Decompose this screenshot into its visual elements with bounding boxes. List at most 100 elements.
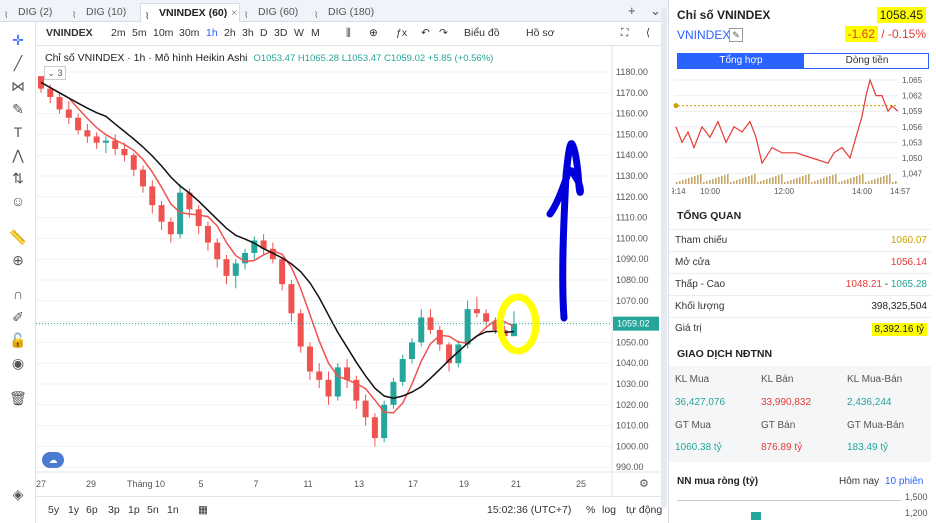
interval-d[interactable]: D [260,27,268,39]
candle-body [149,186,156,206]
clock-time: 15:02:36 (UTC+7) [487,504,572,516]
y-tick-label: 1020.00 [616,400,649,410]
candle-type-icon[interactable]: ⫼ [346,27,351,40]
tab-dig-60[interactable]: ⌇ DIG (60) [240,3,310,22]
ruler-icon[interactable]: 📏 [8,227,28,247]
nn-10-sessions-link[interactable]: 10 phiên [885,476,923,487]
row-label: Giá trị [675,323,702,334]
mini-volume-bar [814,181,816,184]
interval-30m[interactable]: 30m [179,27,199,39]
range-1n[interactable]: 1n [167,504,179,516]
mini-volume-bar [826,177,828,184]
y-tick-label: 1130.00 [616,171,648,181]
y-tick-label: 1090.00 [616,254,649,264]
text-icon[interactable]: T [8,122,28,142]
mini-volume-bar [793,179,795,184]
chart-type-dropdown[interactable]: Biểu đồ [464,27,500,39]
change-pct: -0.15% [887,27,926,41]
candle-body [214,242,221,260]
log-toggle[interactable]: log [602,504,616,516]
fullscreen-icon[interactable]: ⛶ [621,27,628,40]
eye-icon[interactable]: ◉ [8,353,28,373]
brush-icon[interactable]: ✎ [8,99,28,119]
interval-10m[interactable]: 10m [153,27,173,39]
range-3p[interactable]: 3p [108,504,120,516]
redo-icon[interactable]: ↷ [439,27,448,39]
emoji-icon[interactable]: ☺ [8,191,28,211]
range-1y[interactable]: 1y [68,504,79,516]
tab-dig-180[interactable]: ⌇ DIG (180) [310,3,390,22]
auto-toggle[interactable]: tự động [626,504,662,516]
mini-x-label: 14:57 [890,187,911,196]
share-icon[interactable]: ⟨ [646,27,650,39]
mini-volume-bar [865,182,867,184]
mini-volume-bar [895,181,897,184]
x-tick-label: 19 [459,479,469,489]
range-1p[interactable]: 1p [128,504,140,516]
lock-icon[interactable]: 🔓 [8,330,28,350]
undo-icon[interactable]: ↶ [421,27,430,39]
panel-symbol[interactable]: VNINDEX [677,28,730,42]
mini-volume-bar [742,178,744,184]
close-icon[interactable]: × [231,7,237,19]
pattern-icon[interactable]: ⋀ [8,145,28,165]
settings-icon: ⚙ [639,478,649,490]
mini-volume-bar [688,178,690,184]
tab-dig-10[interactable]: ⌇ DIG (10) [68,3,136,22]
candle-body [464,309,471,345]
interval-w[interactable]: W [294,27,304,39]
symbol-search[interactable]: VNINDEX [46,27,93,39]
trend-line-icon[interactable]: ╱ [8,53,28,73]
prediction-icon[interactable]: ⇅ [8,168,28,188]
interval-m[interactable]: M [311,27,320,39]
index-price: 1058.45 [876,7,926,23]
kl-ban-value: 33,990,832 [761,397,812,408]
candle-body [279,259,286,285]
interval-2m[interactable]: 2m [111,27,126,39]
edit-icon[interactable]: ✎ [729,28,743,42]
kl-net-label: KL Mua-Bán [847,374,903,385]
interval-2h[interactable]: 2h [224,27,236,39]
lock-drawing-icon[interactable]: ✐ [8,307,28,327]
mini-volume-bar [847,179,849,184]
crosshair-icon[interactable]: ✛ [8,30,28,50]
profile-dropdown[interactable]: Hồ sơ [526,27,554,39]
tab-dong-tien[interactable]: Dòng tiền [804,54,930,68]
interval-3d[interactable]: 3D [274,27,287,39]
indicator-toggle[interactable]: ⌄ 3 [44,66,66,80]
price-chart[interactable]: 990.00 1000.00 1010.00 1020.00 1030.00 1040.0… [36,46,660,496]
range-5y[interactable]: 5y [48,504,59,516]
mini-x-label: 9:14 [672,187,686,196]
mini-volume-bar [748,176,750,184]
interval-5m[interactable]: 5m [132,27,147,39]
zoom-icon[interactable]: ⊕ [8,250,28,270]
mini-volume-bar [754,174,756,184]
mini-volume-bar [724,175,726,184]
add-tab-icon[interactable]: + [628,3,636,18]
tab-vnindex-60[interactable]: ⌇ VNINDEX (60) × [140,3,240,22]
tab-tong-hop[interactable]: Tổng hợp [678,54,804,68]
mini-volume-bar [790,180,792,184]
interval-3h[interactable]: 3h [242,27,254,39]
candle-body [473,309,480,314]
range-6p[interactable]: 6p [86,504,98,516]
range-5n[interactable]: 5n [147,504,159,516]
cloud-icon[interactable]: ☁ [42,452,64,468]
percent-toggle[interactable]: % [586,504,595,516]
add-indicator-icon[interactable]: ⊕ [369,27,378,39]
row-tham-chieu: Tham chiếu 1060.07 [669,229,931,251]
layers-icon[interactable]: ◈ [8,484,28,504]
nn-period-select[interactable]: Hôm nay [839,476,879,487]
trash-icon[interactable]: 🗑 [8,388,28,408]
x-tick-label: 27 [36,479,46,489]
kl-net-value: 2,436,244 [847,397,892,408]
candle-body [130,155,137,170]
fx-icon[interactable]: ƒx [396,27,407,39]
interval-1h[interactable]: 1h [206,27,218,39]
fib-icon[interactable]: ⋈ [8,76,28,96]
last-price-label: 1059.02 [617,319,650,329]
tab-dig-2[interactable]: ⌇ DIG (2) [0,3,66,22]
scrollbar[interactable] [660,0,668,523]
magnet-icon[interactable]: ∩ [8,284,28,304]
date-range-icon[interactable]: ▦ [198,504,208,516]
